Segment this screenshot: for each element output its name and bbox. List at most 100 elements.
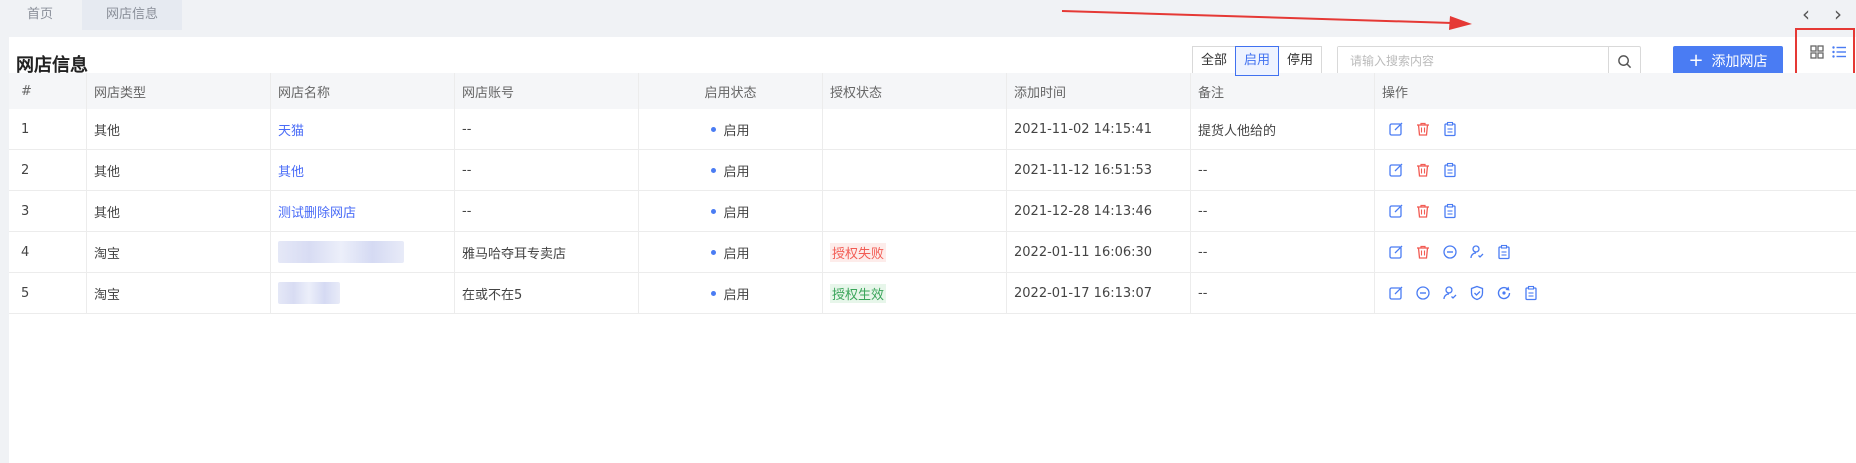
copy-icon[interactable] xyxy=(1441,121,1458,138)
delete-icon[interactable] xyxy=(1414,244,1431,261)
copy-icon[interactable] xyxy=(1441,162,1458,179)
shop-type: 其他 xyxy=(87,150,271,190)
edit-icon[interactable] xyxy=(1387,203,1404,220)
actions-cell xyxy=(1375,273,1856,313)
list-view-icon[interactable] xyxy=(1831,44,1847,60)
enable-status-label: 启用 xyxy=(723,246,750,262)
actions-cell xyxy=(1375,232,1856,272)
enable-status-cell: 启用 xyxy=(639,273,823,313)
refresh-auth-icon[interactable] xyxy=(1495,285,1512,302)
tab-bar: 首页 网店信息 ‹ › xyxy=(0,0,1856,30)
shop-name-cell: 天猫 xyxy=(271,109,455,149)
shop-table: # 网店类型 网店名称 网店账号 启用状态 授权状态 添加时间 备注 操作 1 … xyxy=(9,73,1856,314)
column-header: 添加时间 xyxy=(1007,73,1191,109)
added-time: 2021-11-02 14:15:41 xyxy=(1007,109,1191,149)
status-dot-icon xyxy=(711,208,717,214)
auth-status-badge: 授权生效 xyxy=(830,283,887,303)
authorize-user-icon[interactable] xyxy=(1441,285,1458,302)
shield-check-icon[interactable] xyxy=(1468,285,1485,302)
delete-icon[interactable] xyxy=(1414,162,1431,179)
shop-account: -- xyxy=(455,109,639,149)
shop-name-link[interactable]: 天猫 xyxy=(278,120,304,139)
shop-account: 在或不在5 xyxy=(455,273,639,313)
shop-type: 其他 xyxy=(87,191,271,231)
enable-status-cell: 启用 xyxy=(639,109,823,149)
chevron-right-icon[interactable]: › xyxy=(1828,3,1848,25)
edit-icon[interactable] xyxy=(1387,121,1404,138)
edit-icon[interactable] xyxy=(1387,285,1404,302)
row-index: 5 xyxy=(9,273,87,313)
shop-name-cell: 测试删除网店 xyxy=(271,191,455,231)
row-index: 3 xyxy=(9,191,87,231)
enable-status-label: 启用 xyxy=(723,164,750,180)
shop-account: -- xyxy=(455,150,639,190)
enable-status-cell: 启用 xyxy=(639,232,823,272)
row-actions xyxy=(1382,244,1512,261)
main-panel: 网店信息 全部 启用 停用 + 添加网店 # 网店类型 网店名称 网店账号 启用… xyxy=(9,28,1856,463)
column-header: 网店类型 xyxy=(87,73,271,109)
grid-view-icon[interactable] xyxy=(1809,44,1825,60)
status-dot-icon xyxy=(711,249,717,255)
column-header: 网店名称 xyxy=(271,73,455,109)
column-header: 授权状态 xyxy=(823,73,1007,109)
table-row: 4 淘宝 雅马哈夺耳专卖店 启用 授权失败 2022-01-11 16:06:3… xyxy=(9,232,1856,273)
delete-icon[interactable] xyxy=(1414,203,1431,220)
row-actions xyxy=(1382,285,1539,302)
redacted-shop-name xyxy=(278,282,340,304)
shop-account: -- xyxy=(455,191,639,231)
search-input[interactable] xyxy=(1338,47,1606,75)
copy-icon[interactable] xyxy=(1441,203,1458,220)
enable-status-label: 启用 xyxy=(723,205,750,221)
status-dot-icon xyxy=(711,290,717,296)
enable-status: 启用 xyxy=(711,284,750,303)
column-header: 启用状态 xyxy=(639,73,823,109)
shop-type: 淘宝 xyxy=(87,232,271,272)
auth-status-cell xyxy=(823,191,1007,231)
disable-icon[interactable] xyxy=(1441,244,1458,261)
table-row: 3 其他 测试删除网店 -- 启用 2021-12-28 14:13:46 -- xyxy=(9,191,1856,232)
row-index: 1 xyxy=(9,109,87,149)
enable-status-cell: 启用 xyxy=(639,191,823,231)
actions-cell xyxy=(1375,191,1856,231)
note: -- xyxy=(1191,273,1375,313)
auth-status-badge: 授权失败 xyxy=(830,242,887,262)
filter-all-button[interactable]: 全部 xyxy=(1192,46,1237,76)
add-shop-label: 添加网店 xyxy=(1711,54,1768,70)
note: 提货人他给的 xyxy=(1191,109,1375,149)
authorize-user-icon[interactable] xyxy=(1468,244,1485,261)
enable-status: 启用 xyxy=(711,161,750,180)
column-header: 网店账号 xyxy=(455,73,639,109)
enable-status-label: 启用 xyxy=(723,123,750,139)
actions-cell xyxy=(1375,109,1856,149)
auth-status-cell xyxy=(823,150,1007,190)
filter-disabled-button[interactable]: 停用 xyxy=(1278,46,1323,76)
auth-status-cell xyxy=(823,109,1007,149)
search-button[interactable] xyxy=(1608,47,1640,75)
copy-icon[interactable] xyxy=(1522,285,1539,302)
enable-status-label: 启用 xyxy=(723,287,750,303)
note: -- xyxy=(1191,150,1375,190)
edit-icon[interactable] xyxy=(1387,244,1404,261)
delete-icon[interactable] xyxy=(1414,121,1431,138)
column-header: # xyxy=(9,73,87,109)
column-header: 操作 xyxy=(1382,85,1409,101)
shop-name-link[interactable]: 测试删除网店 xyxy=(278,202,356,221)
add-shop-button[interactable]: + 添加网店 xyxy=(1673,46,1783,76)
disable-icon[interactable] xyxy=(1414,285,1431,302)
table-row: 5 淘宝 在或不在5 启用 授权生效 2022-01-17 16:13:07 -… xyxy=(9,273,1856,314)
edit-icon[interactable] xyxy=(1387,162,1404,179)
shop-name-link[interactable]: 其他 xyxy=(278,161,304,180)
row-actions xyxy=(1382,121,1458,138)
chevron-left-icon[interactable]: ‹ xyxy=(1796,3,1816,25)
filter-enabled-button[interactable]: 启用 xyxy=(1235,46,1280,76)
tab-home[interactable]: 首页 xyxy=(0,0,80,30)
added-time: 2022-01-17 16:13:07 xyxy=(1007,273,1191,313)
tab-shop-info[interactable]: 网店信息 xyxy=(82,0,182,30)
row-index: 2 xyxy=(9,150,87,190)
shop-name-cell: 其他 xyxy=(271,150,455,190)
copy-icon[interactable] xyxy=(1495,244,1512,261)
table-row: 1 其他 天猫 -- 启用 2021-11-02 14:15:41 提货人他给的 xyxy=(9,109,1856,150)
status-dot-icon xyxy=(711,126,717,132)
status-dot-icon xyxy=(711,167,717,173)
enable-status: 启用 xyxy=(711,243,750,262)
